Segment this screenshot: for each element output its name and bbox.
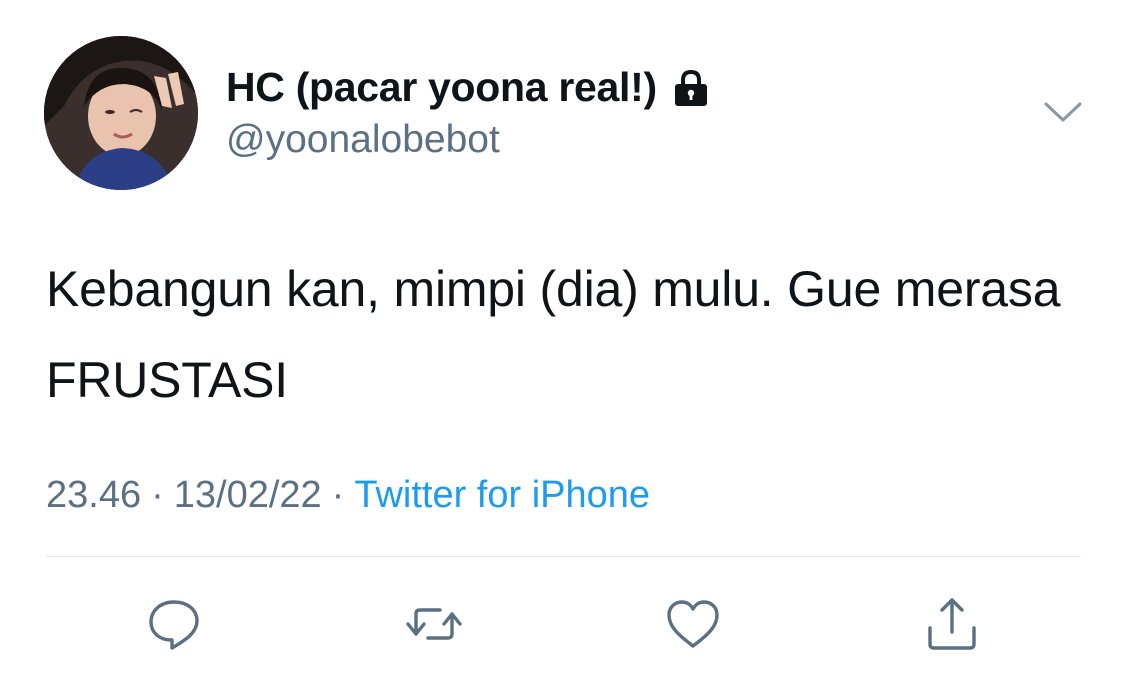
divider (46, 556, 1081, 557)
chevron-down-icon[interactable] (1042, 96, 1084, 128)
retweet-icon (406, 608, 462, 640)
avatar-photo (44, 36, 198, 190)
retweet-button[interactable] (404, 594, 464, 654)
tweet-text: Kebangun kan, mimpi (dia) mulu. Gue mera… (46, 261, 1061, 408)
meta-separator: · (331, 474, 345, 516)
tweet-meta: 23.46 · 13/02/22 · Twitter for iPhone (46, 474, 650, 517)
reply-button[interactable] (144, 594, 204, 654)
display-name[interactable]: HC (pacar yoona real!) (226, 64, 711, 111)
heart-icon (667, 600, 719, 648)
share-button[interactable] (922, 594, 982, 654)
handle[interactable]: @yoonalobebot (226, 118, 500, 162)
tweet-time[interactable]: 23.46 (46, 474, 141, 516)
like-button[interactable] (663, 594, 723, 654)
tweet-date[interactable]: 13/02/22 (174, 474, 322, 516)
lock-icon (671, 68, 711, 108)
tweet-source-link[interactable]: Twitter for iPhone (354, 474, 650, 516)
comment-icon (149, 600, 199, 650)
avatar[interactable] (44, 36, 198, 190)
share-icon (928, 598, 976, 650)
meta-separator: · (151, 474, 164, 516)
display-name-text: HC (pacar yoona real!) (226, 64, 657, 110)
